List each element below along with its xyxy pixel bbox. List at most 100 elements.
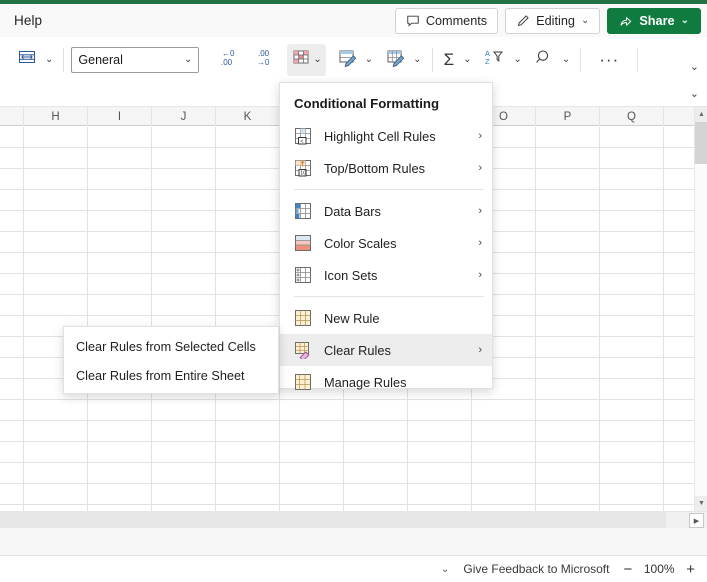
grid-cell[interactable] [24, 169, 88, 189]
grid-cell[interactable] [152, 211, 216, 231]
give-feedback-link[interactable]: Give Feedback to Microsoft [463, 562, 609, 576]
grid-row[interactable] [0, 400, 694, 421]
wrap-text-control[interactable]: ⌄ [14, 44, 56, 76]
grid-cell[interactable] [408, 400, 472, 420]
grid-cell[interactable] [216, 127, 280, 147]
grid-cell[interactable] [536, 148, 600, 168]
zoom-out-button[interactable]: − [623, 562, 632, 577]
grid-cell[interactable] [88, 169, 152, 189]
grid-cell[interactable] [88, 400, 152, 420]
column-header-q[interactable]: Q [600, 107, 664, 126]
grid-cell[interactable] [344, 400, 408, 420]
grid-cell[interactable] [536, 421, 600, 441]
editing-mode-button[interactable]: Editing ⌄ [505, 7, 601, 34]
grid-cell[interactable] [24, 232, 88, 252]
cell-styles-button[interactable] [382, 44, 408, 76]
grid-cell[interactable] [216, 400, 280, 420]
grid-cell[interactable] [216, 442, 280, 462]
number-format-select[interactable]: General ⌄ [71, 46, 200, 73]
grid-cell[interactable] [24, 253, 88, 273]
grid-cell[interactable] [152, 148, 216, 168]
grid-cell[interactable] [472, 400, 536, 420]
sort-filter-dropdown[interactable]: ⌄ [510, 44, 524, 76]
grid-cell[interactable] [600, 484, 664, 504]
grid-cell[interactable] [344, 442, 408, 462]
cell-styles-control[interactable]: ⌄ [382, 44, 424, 76]
grid-cell[interactable] [88, 232, 152, 252]
grid-cell[interactable] [216, 148, 280, 168]
grid-cell[interactable] [216, 190, 280, 210]
format-as-table-control[interactable]: ⌄ [334, 44, 376, 76]
find-dropdown[interactable]: ⌄ [559, 44, 573, 76]
grid-cell[interactable] [0, 190, 24, 210]
autosum-button[interactable]: Σ [440, 44, 459, 76]
grid-cell[interactable] [152, 463, 216, 483]
grid-cell[interactable] [0, 316, 24, 336]
grid-cell[interactable] [0, 232, 24, 252]
grid-cell[interactable] [152, 232, 216, 252]
grid-cell[interactable] [600, 463, 664, 483]
grid-cell[interactable] [24, 400, 88, 420]
vertical-scrollbar[interactable]: ▲ ▼ [694, 107, 707, 511]
grid-cell[interactable] [152, 295, 216, 315]
grid-cell[interactable] [0, 484, 24, 504]
grid-cell[interactable] [600, 379, 664, 399]
grid-cell[interactable] [536, 316, 600, 336]
grid-cell[interactable] [0, 358, 24, 378]
grid-cell[interactable] [344, 463, 408, 483]
grid-cell[interactable] [152, 169, 216, 189]
wrap-text-button[interactable] [14, 44, 40, 76]
grid-cell[interactable] [600, 421, 664, 441]
grid-cell[interactable] [0, 442, 24, 462]
grid-cell[interactable] [216, 484, 280, 504]
status-chevron-icon[interactable]: ⌄ [441, 564, 449, 575]
sort-filter-button[interactable]: A Z [480, 44, 508, 76]
grid-cell[interactable] [408, 421, 472, 441]
grid-cell[interactable] [536, 379, 600, 399]
grid-cell[interactable] [600, 337, 664, 357]
share-button[interactable]: Share ⌄ [607, 7, 701, 34]
grid-cell[interactable] [600, 232, 664, 252]
grid-cell[interactable] [216, 211, 280, 231]
grid-cell[interactable] [24, 148, 88, 168]
grid-cell[interactable] [280, 442, 344, 462]
grid-cell[interactable] [216, 463, 280, 483]
scroll-down-button[interactable]: ▼ [695, 496, 707, 511]
grid-cell[interactable] [152, 253, 216, 273]
autosum-dropdown[interactable]: ⌄ [460, 44, 474, 76]
grid-cell[interactable] [88, 190, 152, 210]
format-as-table-button[interactable] [334, 44, 360, 76]
find-button[interactable] [531, 44, 557, 76]
grid-cell[interactable] [536, 358, 600, 378]
clear-rules-submenu[interactable]: Clear Rules from Selected Cells Clear Rul… [63, 326, 279, 394]
grid-row[interactable] [0, 484, 694, 505]
scroll-up-button[interactable]: ▲ [695, 107, 707, 122]
grid-cell[interactable] [280, 463, 344, 483]
grid-cell[interactable] [216, 295, 280, 315]
grid-cell[interactable] [536, 274, 600, 294]
grid-cell[interactable] [88, 127, 152, 147]
grid-cell[interactable] [600, 253, 664, 273]
grid-cell[interactable] [0, 421, 24, 441]
grid-cell[interactable] [600, 295, 664, 315]
grid-cell[interactable] [24, 463, 88, 483]
grid-cell[interactable] [152, 484, 216, 504]
zoom-level-value[interactable]: 100% [643, 562, 675, 576]
grid-cell[interactable] [24, 274, 88, 294]
grid-cell[interactable] [152, 442, 216, 462]
submenu-item-clear-rules-from-entire-sheet[interactable]: Clear Rules from Entire Sheet [64, 361, 278, 390]
grid-cell[interactable] [536, 337, 600, 357]
ribbon-tab-help[interactable]: Help [14, 13, 42, 28]
grid-cell[interactable] [536, 169, 600, 189]
autosum-control[interactable]: Σ ⌄ [440, 44, 475, 76]
grid-cell[interactable] [0, 274, 24, 294]
grid-cell[interactable] [88, 211, 152, 231]
grid-cell[interactable] [152, 274, 216, 294]
horizontal-scrollbar[interactable]: ▶ [0, 511, 707, 528]
find-control[interactable]: ⌄ [531, 44, 573, 76]
grid-cell[interactable] [600, 358, 664, 378]
decrease-decimal-button[interactable]: ←0 .00 [213, 44, 243, 76]
grid-cell[interactable] [88, 274, 152, 294]
grid-cell[interactable] [536, 463, 600, 483]
grid-cell[interactable] [24, 127, 88, 147]
